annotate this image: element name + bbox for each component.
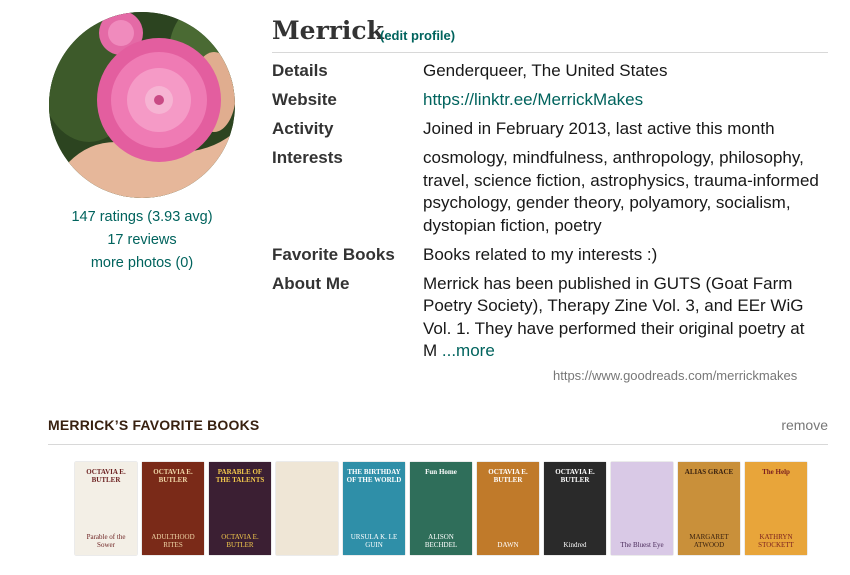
about-row: About Me Merrick has been published in G… xyxy=(272,273,828,363)
details-value: Genderqueer, The United States xyxy=(423,61,668,80)
book-cover-title: OCTAVIA E. BUTLER xyxy=(488,468,528,484)
website-label: Website xyxy=(272,90,337,109)
book-cover-title: ALIAS GRACE xyxy=(684,468,734,476)
book-cover-title: OCTAVIA E. BUTLER xyxy=(86,468,126,484)
more-photos-link[interactable]: more photos (0) xyxy=(40,252,244,275)
profile-name: Merrick xyxy=(272,16,384,45)
reviews-link[interactable]: 17 reviews xyxy=(40,229,244,252)
book-cover-title: The Help xyxy=(762,468,790,476)
book-cover-subtitle: ALISON BECHDEL xyxy=(424,533,458,549)
book-cover[interactable]: OCTAVIA E. BUTLER DAWN xyxy=(477,462,539,555)
book-cover[interactable]: The Bluest Eye xyxy=(611,462,673,555)
book-cover[interactable]: OCTAVIA E. BUTLER Parable of the Sower xyxy=(75,462,137,555)
about-label: About Me xyxy=(272,273,350,293)
flower-photo-icon xyxy=(49,12,235,198)
ratings-link[interactable]: 147 ratings (3.93 avg) xyxy=(40,206,244,229)
favorite-books-title: MERRICK’S FAVORITE BOOKS xyxy=(48,417,260,433)
profile-stats: 147 ratings (3.93 avg) 17 reviews more p… xyxy=(40,206,244,275)
book-cover[interactable]: PARABLE OF THE TALENTS OCTAVIA E. BUTLER xyxy=(209,462,271,555)
favorite-books-row: Favorite Books Books related to my inter… xyxy=(272,244,828,267)
book-cover[interactable] xyxy=(276,462,338,555)
interests-value: cosmology, mindfulness, anthropology, ph… xyxy=(423,148,819,235)
book-cover[interactable]: ALIAS GRACE MARGARET ATWOOD xyxy=(678,462,740,555)
favorite-books-list: OCTAVIA E. BUTLER Parable of the Sower OCT… xyxy=(75,462,807,556)
book-cover[interactable]: OCTAVIA E. BUTLER Kindred xyxy=(544,462,606,555)
activity-row: Activity Joined in February 2013, last a… xyxy=(272,118,828,141)
profile-info-table: Details Genderqueer, The United States W… xyxy=(272,60,828,369)
website-row: Website https://linktr.ee/MerrickMakes xyxy=(272,89,828,112)
book-cover[interactable]: THE BIRTHDAY OF THE WORLD URSULA K. LE GU… xyxy=(343,462,405,555)
book-cover-subtitle: ADULTHOOD RITES xyxy=(151,533,195,549)
book-cover-subtitle: MARGARET ATWOOD xyxy=(689,533,729,549)
favorite-books-label: Favorite Books xyxy=(272,244,395,264)
interests-row: Interests cosmology, mindfulness, anthro… xyxy=(272,147,828,237)
book-cover-subtitle: DAWN xyxy=(497,541,519,549)
remove-link[interactable]: remove xyxy=(781,417,828,433)
about-value: Merrick has been published in GUTS (Goat… xyxy=(423,273,823,363)
edit-profile-link[interactable]: (edit profile) xyxy=(380,28,455,43)
profile-photo[interactable] xyxy=(49,12,235,198)
book-cover[interactable]: OCTAVIA E. BUTLER ADULTHOOD RITES xyxy=(142,462,204,555)
favorite-books-header: MERRICK’S FAVORITE BOOKS remove xyxy=(48,417,828,445)
book-cover-subtitle: KATHRYN STOCKETT xyxy=(758,533,794,549)
about-more-link[interactable]: ...more xyxy=(442,341,495,360)
book-cover-title: OCTAVIA E. BUTLER xyxy=(555,468,595,484)
book-cover-title: OCTAVIA E. BUTLER xyxy=(153,468,193,484)
profile-header: Merrick (edit profile) xyxy=(272,14,828,53)
book-cover-title: THE BIRTHDAY OF THE WORLD xyxy=(346,468,402,484)
book-cover-subtitle: Kindred xyxy=(563,541,587,549)
activity-label: Activity xyxy=(272,119,334,138)
book-cover-subtitle: The Bluest Eye xyxy=(620,541,664,549)
interests-label: Interests xyxy=(272,148,343,167)
details-label: Details xyxy=(272,61,328,80)
book-cover-subtitle: Parable of the Sower xyxy=(86,533,126,549)
book-cover-subtitle: URSULA K. LE GUIN xyxy=(350,533,398,549)
details-row: Details Genderqueer, The United States xyxy=(272,60,828,83)
profile-url: https://www.goodreads.com/merrickmakes xyxy=(553,368,798,383)
book-cover-title: Fun Home xyxy=(425,468,457,476)
book-cover[interactable]: The Help KATHRYN STOCKETT xyxy=(745,462,807,555)
activity-value: Joined in February 2013, last active thi… xyxy=(423,119,775,138)
favorite-books-value: Books related to my interests :) xyxy=(423,244,658,264)
book-cover-subtitle: OCTAVIA E. BUTLER xyxy=(221,533,259,549)
book-cover-title: PARABLE OF THE TALENTS xyxy=(215,468,265,484)
website-link[interactable]: https://linktr.ee/MerrickMakes xyxy=(423,90,643,109)
book-cover[interactable]: Fun Home ALISON BECHDEL xyxy=(410,462,472,555)
